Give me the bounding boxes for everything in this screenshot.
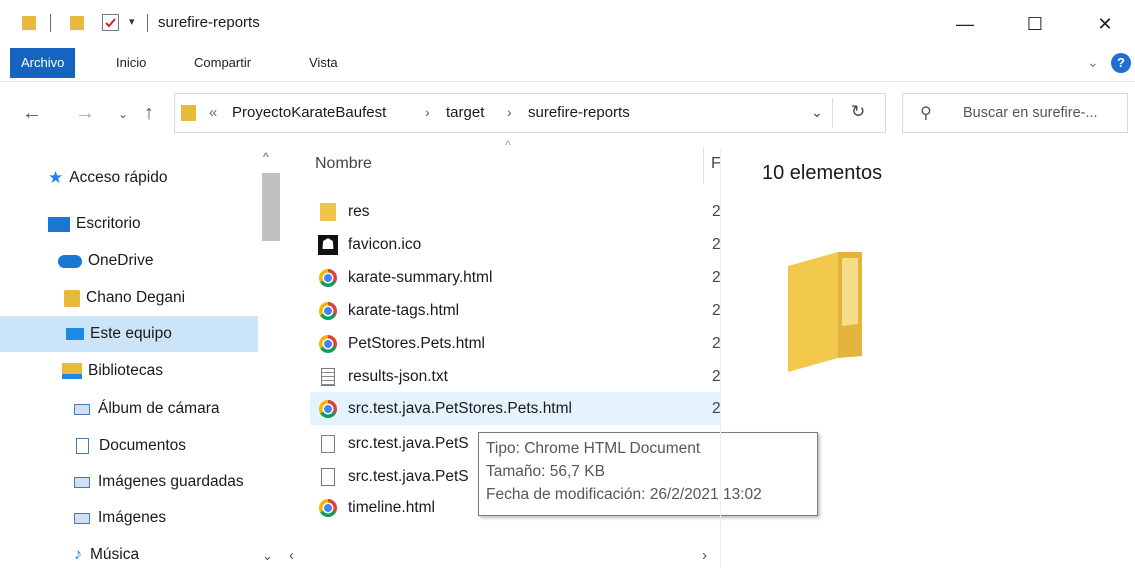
search-box[interactable]: ⚲ Buscar en surefire-... bbox=[902, 93, 1128, 133]
quick-access-dropdown-icon[interactable]: ▾ bbox=[129, 15, 135, 28]
scroll-up-icon[interactable]: ^ bbox=[263, 150, 269, 164]
breadcrumb-proyecto[interactable]: ProyectoKarateBaufest bbox=[232, 104, 386, 121]
scroll-down-icon[interactable]: ⌄ bbox=[262, 548, 273, 564]
computer-icon bbox=[66, 328, 84, 340]
nav-item-este-equipo[interactable]: Este equipo bbox=[0, 316, 258, 352]
tab-archivo[interactable]: Archivo bbox=[10, 48, 76, 78]
address-dropdown-icon[interactable]: ⌄ bbox=[811, 104, 823, 121]
scroll-left-icon[interactable]: ‹ bbox=[289, 547, 294, 564]
chevron-right-icon[interactable]: › bbox=[425, 104, 430, 120]
file-row-results-json[interactable]: results-json.txt 2 bbox=[310, 360, 721, 393]
tab-vista[interactable]: Vista bbox=[309, 48, 338, 78]
star-icon: ★ bbox=[48, 168, 64, 187]
separator bbox=[832, 98, 833, 128]
breadcrumb-target[interactable]: target bbox=[446, 104, 484, 121]
nav-scroll-thumb[interactable] bbox=[262, 173, 280, 241]
chrome-icon bbox=[318, 268, 338, 288]
chevron-right-icon[interactable]: › bbox=[507, 104, 512, 120]
search-icon: ⚲ bbox=[920, 105, 932, 122]
column-header-name[interactable]: Nombre bbox=[315, 155, 372, 173]
tab-inicio[interactable]: Inicio bbox=[116, 48, 146, 78]
search-input[interactable]: Buscar en surefire-... bbox=[963, 105, 1098, 121]
up-arrow-icon[interactable]: ↑ bbox=[144, 102, 154, 125]
file-row-src-test-pets-html[interactable]: src.test.java.PetStores.Pets.html 2 bbox=[310, 392, 721, 425]
nav-item-album-camara[interactable]: Álbum de cámara bbox=[0, 391, 258, 427]
documents-icon bbox=[76, 438, 89, 454]
title-bar: ▾ surefire-reports — ☐ ✕ bbox=[0, 0, 1135, 48]
nav-item-onedrive[interactable]: OneDrive bbox=[0, 243, 258, 279]
folder-icon bbox=[318, 202, 338, 222]
desktop-icon bbox=[48, 216, 70, 232]
music-icon: ♪ bbox=[74, 546, 82, 563]
chrome-icon bbox=[318, 399, 338, 419]
folder-icon bbox=[22, 16, 36, 30]
close-icon: ✕ bbox=[1097, 13, 1113, 34]
tab-compartir[interactable]: Compartir bbox=[194, 48, 251, 78]
horizontal-scrollbar[interactable] bbox=[284, 545, 720, 568]
libraries-icon bbox=[62, 363, 82, 379]
expand-ribbon-icon[interactable]: ⌄ bbox=[1087, 54, 1099, 71]
file-icon bbox=[318, 434, 338, 454]
breadcrumb-overflow[interactable]: « bbox=[209, 104, 217, 121]
window-title: surefire-reports bbox=[158, 14, 260, 31]
library-icon bbox=[74, 403, 90, 415]
library-icon bbox=[74, 512, 90, 524]
favicon-icon: ☗ bbox=[318, 234, 338, 255]
file-row-petstores-pets[interactable]: PetStores.Pets.html 2 bbox=[310, 327, 721, 360]
separator bbox=[50, 14, 51, 32]
sort-up-icon: ^ bbox=[505, 138, 511, 152]
nav-item-documentos[interactable]: Documentos bbox=[0, 428, 258, 464]
ribbon: Archivo Inicio Compartir Vista ⌄ ? bbox=[0, 48, 1135, 82]
file-row-favicon[interactable]: ☗ favicon.ico 2 bbox=[310, 228, 721, 261]
nav-item-escritorio[interactable]: Escritorio bbox=[0, 206, 258, 242]
maximize-button[interactable]: ☐ bbox=[1012, 9, 1058, 39]
chrome-icon bbox=[318, 498, 338, 518]
folder-icon bbox=[181, 105, 196, 121]
file-row-karate-tags[interactable]: karate-tags.html 2 bbox=[310, 294, 721, 327]
text-file-icon bbox=[318, 367, 338, 387]
nav-item-bibliotecas[interactable]: Bibliotecas bbox=[0, 353, 258, 389]
separator bbox=[147, 14, 148, 32]
refresh-icon[interactable]: ↻ bbox=[851, 102, 865, 122]
file-row-karate-summary[interactable]: karate-summary.html 2 bbox=[310, 261, 721, 294]
close-button[interactable]: ✕ bbox=[1082, 9, 1128, 39]
item-count: 10 elementos bbox=[762, 162, 883, 184]
preview-pane bbox=[720, 148, 1135, 568]
chrome-icon bbox=[318, 301, 338, 321]
minimize-button[interactable]: — bbox=[942, 9, 988, 39]
nav-item-imagenes[interactable]: Imágenes bbox=[0, 500, 258, 536]
file-row-res[interactable]: res 2 bbox=[310, 195, 721, 228]
breadcrumb-surefire[interactable]: surefire-reports bbox=[528, 104, 630, 121]
large-folder-icon bbox=[788, 252, 862, 372]
recent-locations-icon[interactable]: ⌄ bbox=[118, 107, 128, 121]
maximize-icon: ☐ bbox=[1026, 13, 1044, 34]
user-icon bbox=[64, 289, 80, 307]
navigation-pane: ★ Acceso rápido Escritorio OneDrive Chan… bbox=[0, 148, 284, 568]
minimize-icon: — bbox=[956, 13, 974, 34]
file-icon bbox=[318, 467, 338, 487]
column-divider[interactable] bbox=[703, 148, 704, 184]
nav-item-imagenes-guardadas[interactable]: Imágenes guardadas bbox=[0, 464, 258, 500]
chrome-icon bbox=[318, 334, 338, 354]
new-folder-icon[interactable] bbox=[70, 16, 84, 30]
library-icon bbox=[74, 476, 90, 488]
nav-item-chano-degani[interactable]: Chano Degani bbox=[0, 280, 258, 316]
back-arrow-icon[interactable]: ← bbox=[22, 102, 42, 125]
nav-item-acceso-rapido[interactable]: ★ Acceso rápido bbox=[0, 160, 258, 196]
cloud-icon bbox=[58, 254, 82, 268]
address-bar[interactable]: « ProyectoKarateBaufest › target › suref… bbox=[174, 93, 886, 133]
scroll-right-icon[interactable]: › bbox=[702, 547, 707, 564]
help-icon[interactable]: ? bbox=[1111, 53, 1131, 73]
properties-check-icon[interactable] bbox=[102, 14, 119, 31]
forward-arrow-icon[interactable]: → bbox=[75, 102, 95, 125]
